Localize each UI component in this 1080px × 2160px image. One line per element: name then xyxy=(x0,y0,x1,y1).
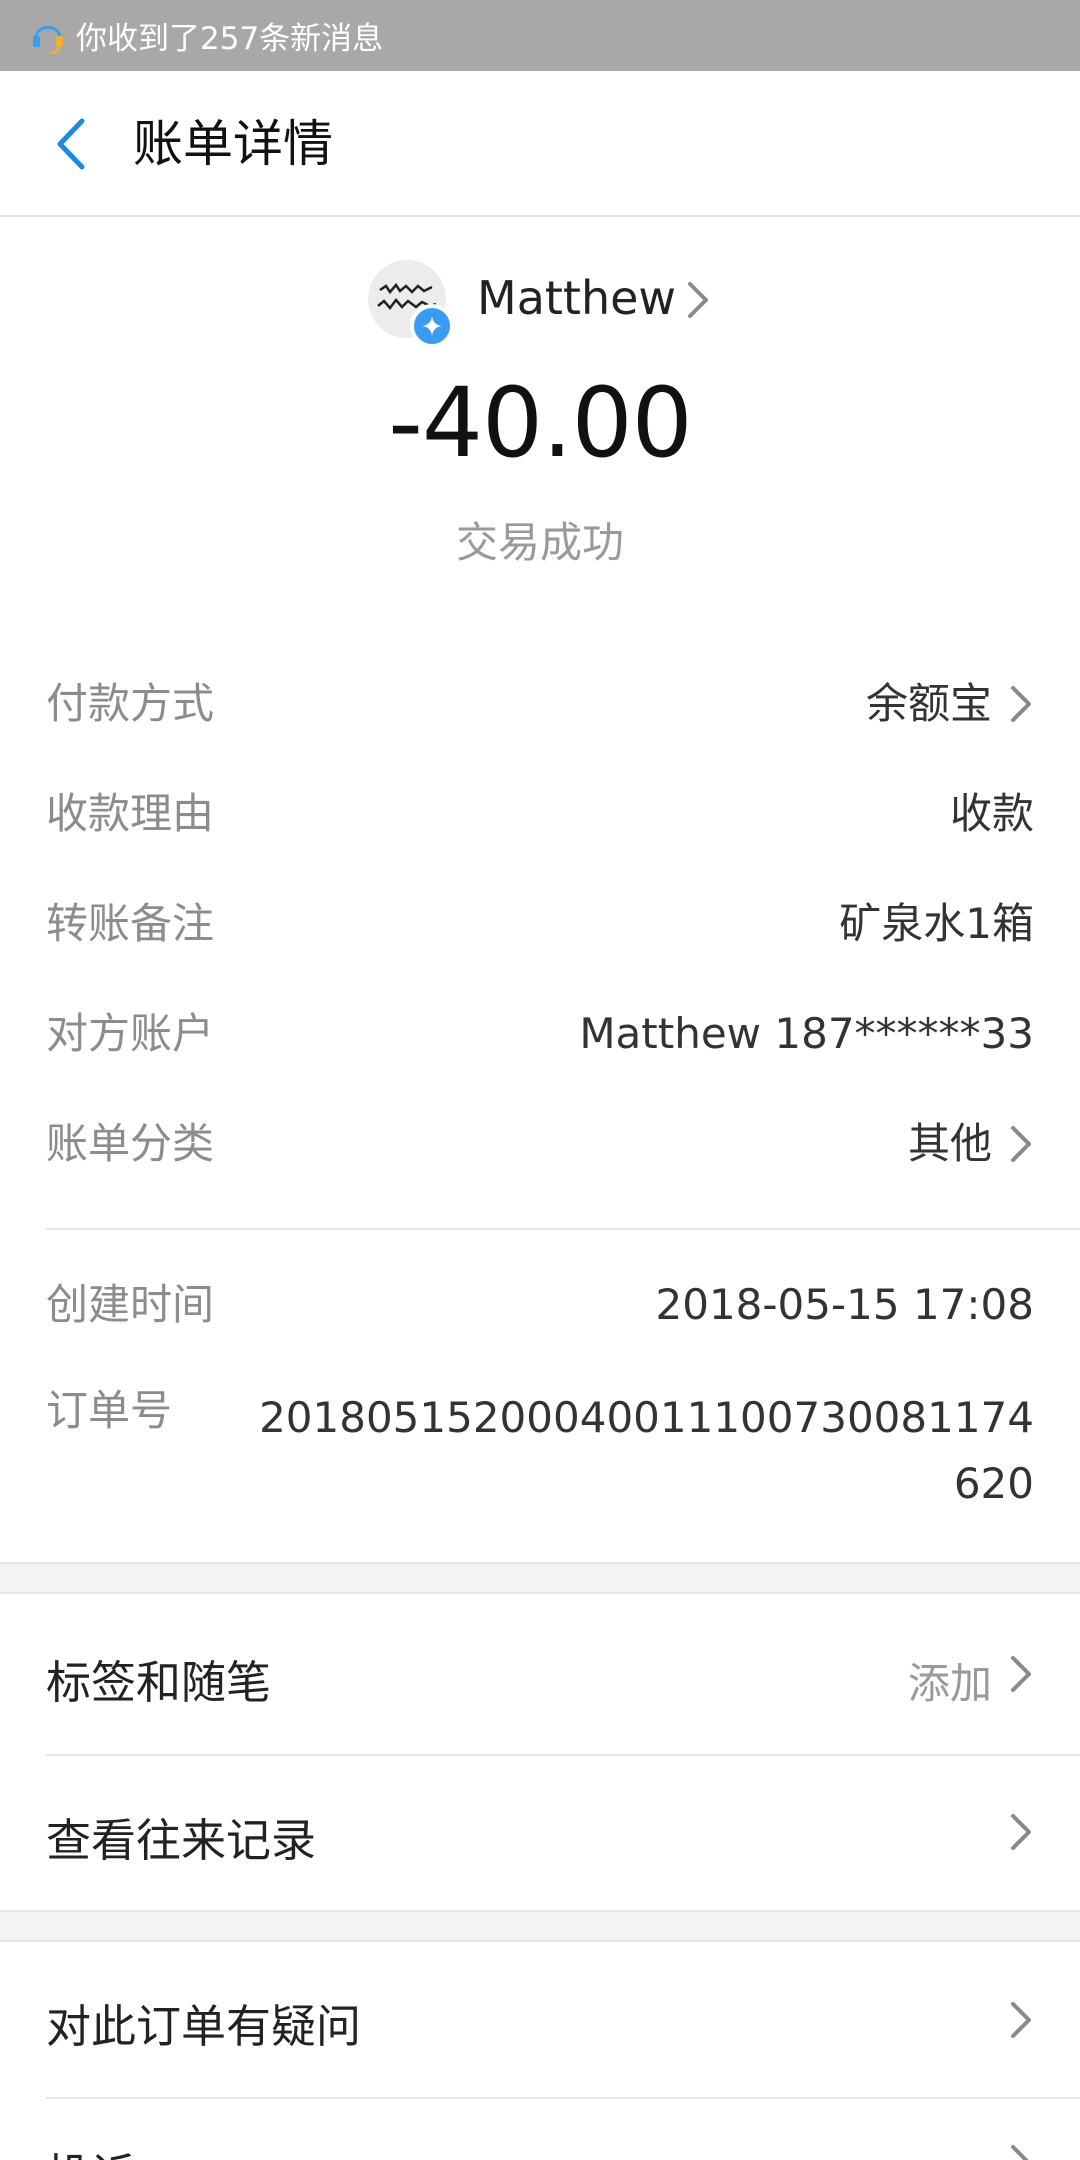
add-hint: 添加 xyxy=(907,1659,992,1708)
page-title: 账单详情 xyxy=(133,115,333,173)
chevron-right-icon xyxy=(1011,2145,1029,2160)
menu-label: 标签和随笔 xyxy=(46,1656,272,1709)
back-button[interactable] xyxy=(40,111,100,177)
status-bar: 你收到了257条新消息 xyxy=(0,0,1080,71)
order-question-row[interactable]: 对此订单有疑问 xyxy=(0,1942,1080,2097)
detail-value: 其他 xyxy=(907,1119,992,1168)
menu-label: 投诉 xyxy=(46,2139,136,2160)
complaint-row[interactable]: 投诉 xyxy=(0,2099,1080,2160)
divider xyxy=(46,1228,1080,1230)
detail-row-category[interactable]: 账单分类 其他 xyxy=(46,1104,1034,1184)
verified-badge-icon xyxy=(410,304,454,348)
detail-row-reason: 收款理由 收款 xyxy=(46,774,1034,854)
transaction-amount: -40.00 xyxy=(388,367,692,479)
chevron-right-icon xyxy=(1011,1126,1031,1162)
detail-label: 对方账户 xyxy=(46,1009,215,1058)
section-gap xyxy=(0,1910,1080,1942)
notification-text[interactable]: 你收到了257条新消息 xyxy=(76,13,383,58)
detail-label: 创建时间 xyxy=(46,1280,215,1329)
detail-value: Matthew 187******33 xyxy=(579,1009,1034,1058)
detail-label: 订单号 xyxy=(46,1386,173,1435)
detail-row-order-number: 订单号 20180515200040011100730081174620 xyxy=(46,1385,1034,1515)
detail-row-payment-method[interactable]: 付款方式 余额宝 xyxy=(46,664,1034,744)
nav-bar: 账单详情 xyxy=(0,71,1080,217)
chevron-right-icon xyxy=(1011,1656,1031,1692)
detail-value: 余额宝 xyxy=(865,679,992,728)
chevron-right-icon xyxy=(1011,686,1031,722)
transaction-status: 交易成功 xyxy=(455,518,624,567)
detail-row-remark: 转账备注 矿泉水1箱 xyxy=(46,884,1034,964)
detail-row-counterparty: 对方账户 Matthew 187******33 xyxy=(46,994,1034,1074)
transaction-header: Matthew -40.00 交易成功 xyxy=(0,218,1080,598)
headset-notification-icon xyxy=(33,25,63,54)
detail-label: 付款方式 xyxy=(46,679,215,728)
chevron-right-icon xyxy=(1011,2002,1031,2038)
menu-label: 查看往来记录 xyxy=(46,1814,317,1867)
avatar[interactable] xyxy=(368,260,454,348)
chevron-right-icon[interactable] xyxy=(685,280,711,320)
detail-value: 收款 xyxy=(949,789,1034,838)
view-history-row[interactable]: 查看往来记录 xyxy=(0,1756,1080,1910)
detail-label: 收款理由 xyxy=(46,789,215,838)
detail-label: 账单分类 xyxy=(46,1119,215,1168)
detail-row-created-time: 创建时间 2018-05-15 17:08 xyxy=(46,1265,1034,1345)
order-number[interactable]: 20180515200040011100730081174620 xyxy=(254,1385,1034,1517)
detail-value: 矿泉水1箱 xyxy=(839,899,1034,948)
detail-label: 转账备注 xyxy=(46,899,215,948)
chevron-right-icon xyxy=(1011,1814,1031,1850)
payee-name[interactable]: Matthew xyxy=(477,270,676,326)
detail-value: 2018-05-15 17:08 xyxy=(655,1280,1034,1329)
tags-and-notes-row[interactable]: 标签和随笔 添加 xyxy=(0,1594,1080,1754)
chevron-left-icon xyxy=(57,118,85,170)
section-gap xyxy=(0,1562,1080,1594)
menu-label: 对此订单有疑问 xyxy=(46,2000,362,2053)
